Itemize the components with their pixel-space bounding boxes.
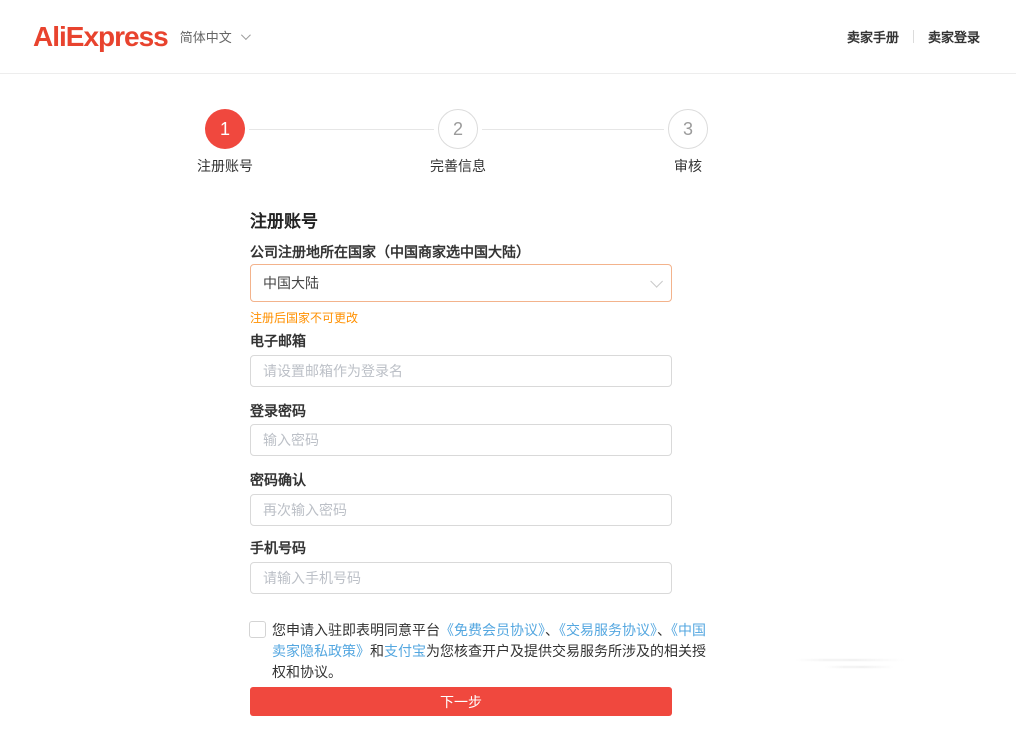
agreement-separator: 、 (545, 622, 559, 638)
agreement-text-part: 您申请入驻即表明同意平台 (272, 622, 440, 638)
country-label: 公司注册地所在国家（中国商家选中国大陆） (250, 242, 530, 262)
aliexpress-logo: AliExpress (33, 23, 168, 51)
step-3-label: 审核 (588, 156, 788, 176)
country-select[interactable]: 中国大陆 (250, 264, 672, 302)
agreement-text: 您申请入驻即表明同意平台《免费会员协议》、《交易服务协议》、《中国卖家隐私政策》… (272, 620, 708, 683)
step-1-label: 注册账号 (125, 156, 325, 176)
email-label: 电子邮箱 (250, 331, 306, 351)
step-connector-1 (249, 129, 434, 130)
step-connector-2 (482, 129, 664, 130)
country-select-value: 中国大陆 (263, 273, 319, 293)
step-1-circle: 1 (205, 109, 245, 149)
phone-label: 手机号码 (250, 538, 306, 558)
step-2-circle: 2 (438, 109, 478, 149)
chevron-down-icon (241, 30, 251, 40)
alipay-link[interactable]: 支付宝 (384, 643, 426, 659)
agreement-text-part: 和 (370, 643, 384, 659)
seller-login-link[interactable]: 卖家登录 (928, 27, 980, 46)
confirm-password-label: 密码确认 (250, 470, 306, 490)
confirm-password-input[interactable] (250, 494, 672, 526)
header-divider (913, 30, 914, 43)
email-input[interactable] (250, 355, 672, 387)
step-3-circle: 3 (668, 109, 708, 149)
agreement-separator: 、 (657, 622, 671, 638)
language-selector[interactable]: 简体中文 (180, 27, 248, 46)
password-label: 登录密码 (250, 401, 306, 421)
form-title: 注册账号 (250, 207, 318, 232)
header: AliExpress 简体中文 卖家手册 卖家登录 (0, 0, 1016, 74)
agreement-checkbox[interactable] (249, 621, 266, 638)
membership-agreement-link[interactable]: 《免费会员协议》 (440, 622, 545, 638)
transaction-service-agreement-link[interactable]: 《交易服务协议》 (559, 622, 657, 638)
language-label: 简体中文 (180, 27, 232, 46)
step-2-label: 完善信息 (358, 156, 558, 176)
seller-registration-page: AliExpress 简体中文 卖家手册 卖家登录 1 2 3 注册账号 完善信… (0, 0, 1016, 740)
country-hint: 注册后国家不可更改 (250, 309, 358, 326)
password-input[interactable] (250, 424, 672, 456)
chevron-down-icon (650, 275, 663, 288)
next-step-button[interactable]: 下一步 (250, 687, 672, 716)
seller-handbook-link[interactable]: 卖家手册 (847, 27, 899, 46)
faint-artifact (795, 655, 920, 671)
phone-input[interactable] (250, 562, 672, 594)
